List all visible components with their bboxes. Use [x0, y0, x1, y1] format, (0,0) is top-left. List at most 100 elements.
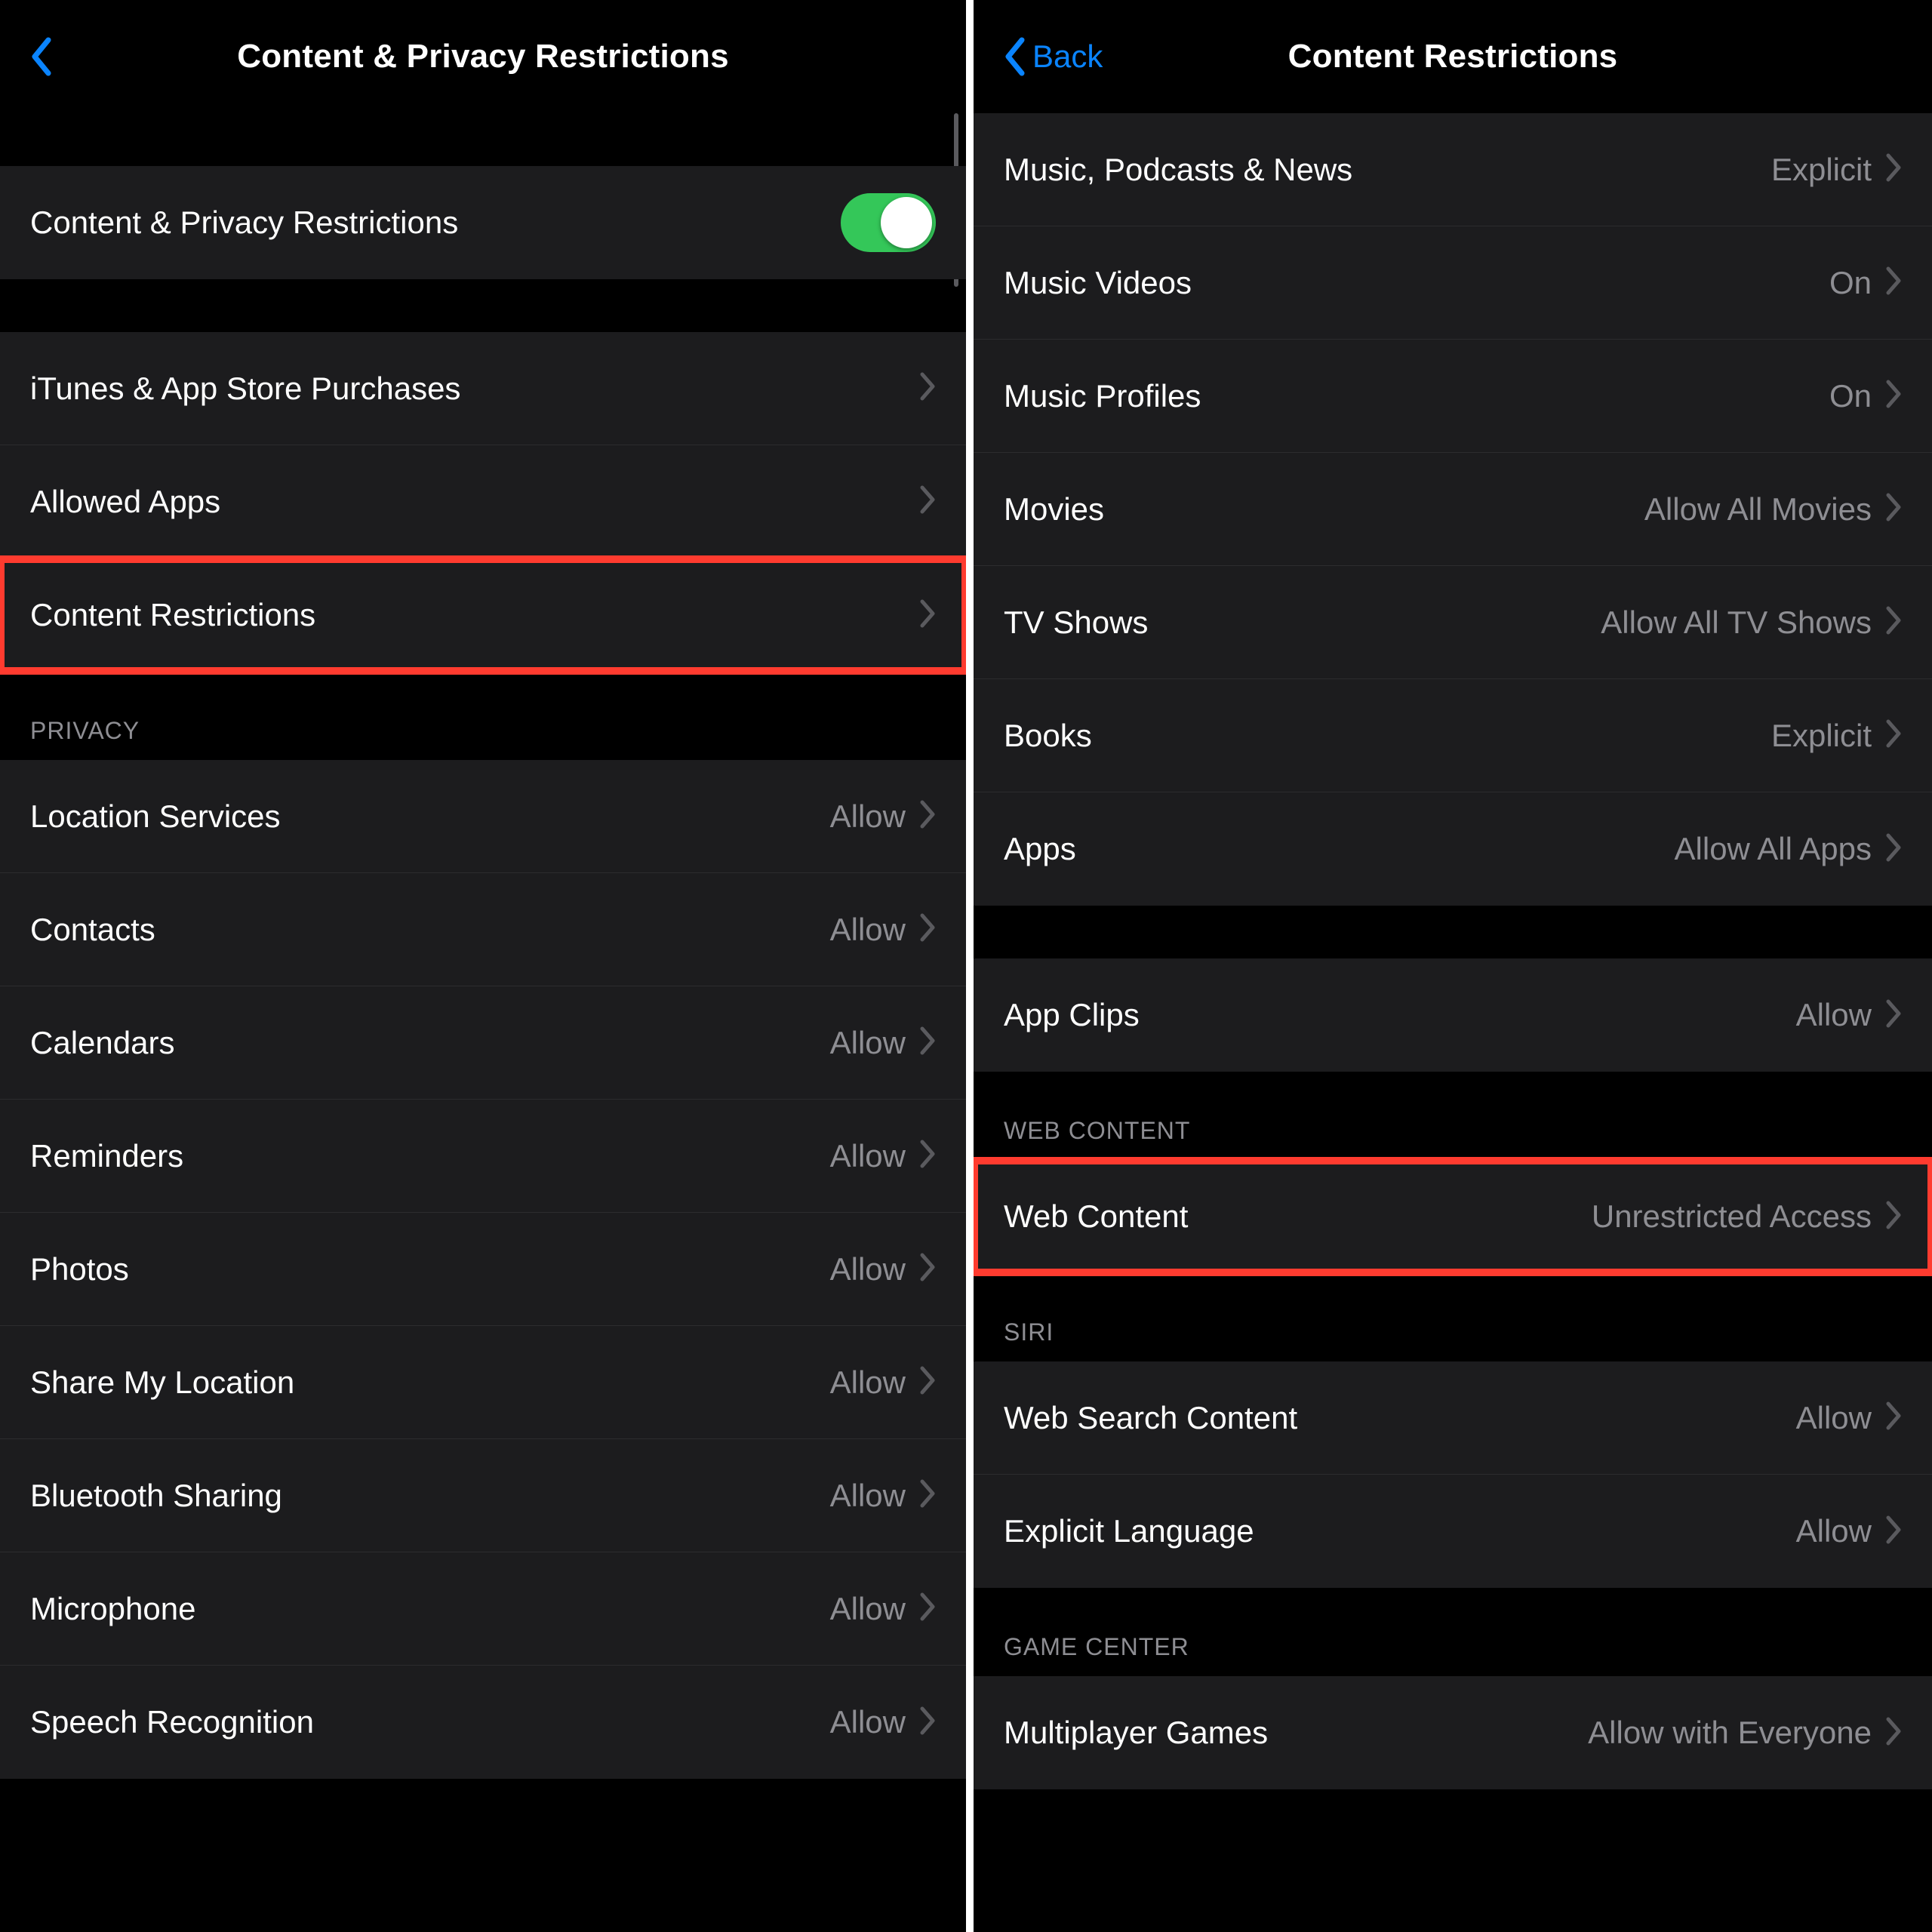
back-chevron-icon: [30, 37, 53, 76]
row-content-restrictions[interactable]: Content Restrictions: [0, 558, 966, 672]
row-value: Allow All TV Shows: [1601, 605, 1872, 641]
chevron-right-icon: [1885, 718, 1902, 752]
row-label: Speech Recognition: [30, 1704, 830, 1740]
row-label: Reminders: [30, 1138, 830, 1174]
dual-screenshot-shell: Content & Privacy Restrictions Content &…: [0, 0, 1932, 1932]
row-label: Explicit Language: [1004, 1513, 1796, 1549]
page-title: Content & Privacy Restrictions: [237, 38, 729, 75]
chevron-right-icon: [919, 598, 936, 632]
row-label: App Clips: [1004, 997, 1796, 1033]
row-itunes-appstore[interactable]: iTunes & App Store Purchases: [0, 332, 966, 445]
chevron-right-icon: [1885, 1200, 1902, 1234]
row-value: Allow: [830, 1138, 906, 1174]
row-value: Allow: [830, 798, 906, 835]
settings-list: Music, Podcasts & News Explicit Music Vi…: [974, 113, 1932, 1932]
page-title: Content Restrictions: [1288, 38, 1618, 75]
row-books[interactable]: Books Explicit: [974, 679, 1932, 792]
row-label: Allowed Apps: [30, 484, 919, 520]
row-content-privacy-toggle[interactable]: Content & Privacy Restrictions: [0, 166, 966, 279]
row-label: Music Profiles: [1004, 378, 1829, 414]
section-header-siri: Siri: [974, 1273, 1932, 1361]
chevron-right-icon: [1885, 832, 1902, 866]
toggle-switch-on[interactable]: [841, 193, 936, 252]
row-music-profiles[interactable]: Music Profiles On: [974, 340, 1932, 453]
row-web-content[interactable]: Web Content Unrestricted Access: [974, 1160, 1932, 1273]
chevron-right-icon: [919, 1139, 936, 1173]
row-location-services[interactable]: Location Services Allow: [0, 760, 966, 873]
chevron-right-icon: [919, 912, 936, 946]
chevron-right-icon: [1885, 1515, 1902, 1549]
row-value: Allow: [830, 1251, 906, 1287]
row-allowed-apps[interactable]: Allowed Apps: [0, 445, 966, 558]
row-music-podcasts-news[interactable]: Music, Podcasts & News Explicit: [974, 113, 1932, 226]
settings-list: Content & Privacy Restrictions iTunes & …: [0, 113, 966, 1932]
row-value: Explicit: [1771, 718, 1872, 754]
row-value: Allow: [830, 1478, 906, 1514]
chevron-right-icon: [919, 1365, 936, 1399]
row-value: Allow: [1796, 1513, 1872, 1549]
row-multiplayer-games[interactable]: Multiplayer Games Allow with Everyone: [974, 1676, 1932, 1789]
chevron-right-icon: [1885, 605, 1902, 639]
row-value: On: [1829, 378, 1872, 414]
chevron-right-icon: [1885, 998, 1902, 1032]
row-label: Content & Privacy Restrictions: [30, 205, 841, 241]
chevron-right-icon: [919, 1706, 936, 1740]
chevron-right-icon: [1885, 379, 1902, 413]
row-app-clips[interactable]: App Clips Allow: [974, 958, 1932, 1072]
chevron-right-icon: [1885, 266, 1902, 300]
row-microphone[interactable]: Microphone Allow: [0, 1552, 966, 1666]
row-label: Movies: [1004, 491, 1644, 528]
row-value: Allow All Apps: [1675, 831, 1872, 867]
chevron-right-icon: [919, 1026, 936, 1060]
row-value: On: [1829, 265, 1872, 301]
row-label: Bluetooth Sharing: [30, 1478, 830, 1514]
row-label: Books: [1004, 718, 1771, 754]
chevron-right-icon: [919, 485, 936, 518]
row-label: Content Restrictions: [30, 597, 919, 633]
row-value: Allow: [1796, 997, 1872, 1033]
back-chevron-icon: [1004, 37, 1026, 76]
row-contacts[interactable]: Contacts Allow: [0, 873, 966, 986]
row-reminders[interactable]: Reminders Allow: [0, 1100, 966, 1213]
row-label: Multiplayer Games: [1004, 1715, 1588, 1751]
row-bluetooth-sharing[interactable]: Bluetooth Sharing Allow: [0, 1439, 966, 1552]
chevron-right-icon: [919, 1478, 936, 1512]
row-music-videos[interactable]: Music Videos On: [974, 226, 1932, 340]
section-header-privacy: Privacy: [0, 672, 966, 760]
chevron-right-icon: [919, 371, 936, 405]
row-web-search-content[interactable]: Web Search Content Allow: [974, 1361, 1932, 1475]
navbar: Content & Privacy Restrictions: [0, 0, 966, 113]
row-value: Allow All Movies: [1644, 491, 1872, 528]
row-label: iTunes & App Store Purchases: [30, 371, 919, 407]
row-value: Unrestricted Access: [1592, 1198, 1872, 1235]
row-label: Web Content: [1004, 1198, 1592, 1235]
back-button[interactable]: Back: [1004, 0, 1103, 113]
screenshot-right: Back Content Restrictions Music, Podcast…: [966, 0, 1932, 1932]
row-label: Calendars: [30, 1025, 830, 1061]
row-share-my-location[interactable]: Share My Location Allow: [0, 1326, 966, 1439]
section-header-web-content: Web Content: [974, 1072, 1932, 1160]
row-label: Location Services: [30, 798, 830, 835]
navbar: Back Content Restrictions: [974, 0, 1932, 113]
row-value: Allow: [830, 1591, 906, 1627]
row-explicit-language[interactable]: Explicit Language Allow: [974, 1475, 1932, 1588]
row-movies[interactable]: Movies Allow All Movies: [974, 453, 1932, 566]
row-label: Contacts: [30, 912, 830, 948]
row-tv-shows[interactable]: TV Shows Allow All TV Shows: [974, 566, 1932, 679]
row-apps[interactable]: Apps Allow All Apps: [974, 792, 1932, 906]
row-calendars[interactable]: Calendars Allow: [0, 986, 966, 1100]
chevron-right-icon: [919, 799, 936, 833]
back-button[interactable]: [30, 0, 53, 113]
row-value: Allow: [1796, 1400, 1872, 1436]
row-label: Photos: [30, 1251, 830, 1287]
row-photos[interactable]: Photos Allow: [0, 1213, 966, 1326]
chevron-right-icon: [1885, 1401, 1902, 1435]
row-label: Apps: [1004, 831, 1675, 867]
back-label: Back: [1032, 38, 1103, 75]
section-header-game-center: Game Center: [974, 1588, 1932, 1676]
row-speech-recognition[interactable]: Speech Recognition Allow: [0, 1666, 966, 1779]
row-label: Web Search Content: [1004, 1400, 1796, 1436]
row-value: Allow: [830, 1704, 906, 1740]
row-value: Allow: [830, 912, 906, 948]
chevron-right-icon: [919, 1252, 936, 1286]
